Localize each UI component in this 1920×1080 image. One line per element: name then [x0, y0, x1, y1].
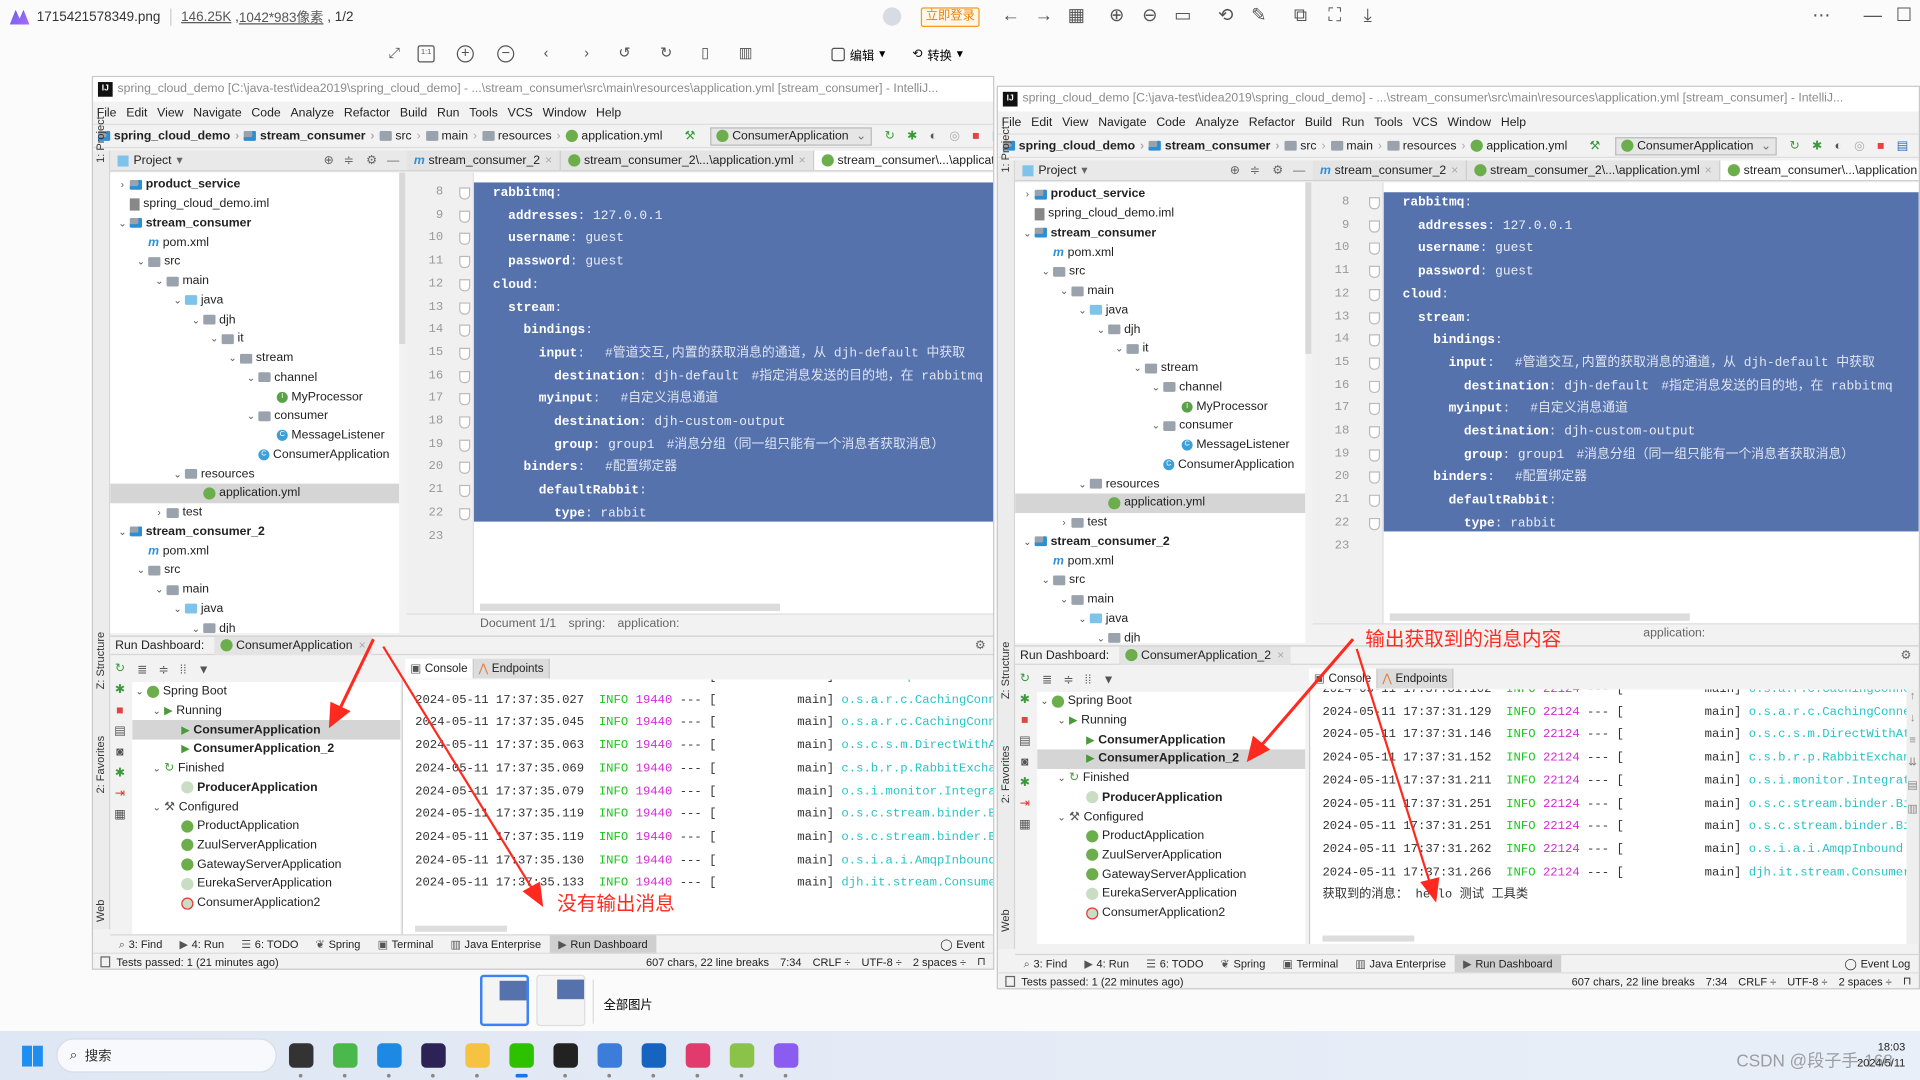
forward-icon[interactable]: →: [1035, 6, 1053, 24]
maximize-icon[interactable]: ☐: [1896, 6, 1913, 24]
actual-size-icon[interactable]: ▭: [1174, 6, 1191, 24]
next-icon[interactable]: ›: [578, 45, 595, 62]
arrow-line: [1355, 648, 1432, 885]
zoom-out-icon[interactable]: −: [497, 45, 515, 63]
mouse-icon[interactable]: ▯: [697, 45, 714, 62]
more-icon[interactable]: ⋯: [1812, 6, 1830, 24]
actual-size-icon[interactable]: 1:1: [417, 45, 435, 63]
rotate-icon[interactable]: ⟲: [1217, 6, 1234, 24]
zoom-in-icon[interactable]: +: [456, 45, 474, 63]
rotate-left-icon[interactable]: ↺: [616, 45, 633, 62]
fullscreen-icon[interactable]: ⤢: [386, 45, 403, 62]
arrow-head: [522, 881, 544, 908]
ocr-icon[interactable]: ⛶: [1326, 6, 1343, 24]
rotate-right-icon[interactable]: ↻: [658, 45, 675, 62]
download-icon[interactable]: ⤓: [1359, 6, 1376, 24]
arrow-line: [1258, 638, 1355, 748]
arrow-head: [328, 701, 351, 729]
arrow-head: [1420, 877, 1440, 903]
zoom-out-icon[interactable]: ⊖: [1141, 6, 1158, 24]
arrow-line: [336, 638, 375, 714]
zoom-in-icon[interactable]: ⊕: [1108, 6, 1125, 24]
screen: 1715421578349.png 146.25K , 1042*983像素 ,…: [0, 0, 1920, 1080]
annotation-arrows: [328, 638, 1440, 908]
translate-icon[interactable]: ⧉: [1292, 6, 1309, 24]
annotation-output-message: 输出获取到的消息内容: [1365, 629, 1562, 651]
grid-icon[interactable]: ▦: [1068, 6, 1085, 24]
annotation-no-output: 没有输出消息: [557, 893, 675, 915]
minimize-icon[interactable]: —: [1864, 6, 1882, 24]
previous-icon[interactable]: ‹: [538, 45, 555, 62]
arrow-line: [382, 645, 535, 893]
edit-icon[interactable]: ✎: [1250, 6, 1267, 24]
delete-icon[interactable]: ▥: [737, 45, 754, 62]
back-icon[interactable]: ←: [1002, 6, 1020, 24]
